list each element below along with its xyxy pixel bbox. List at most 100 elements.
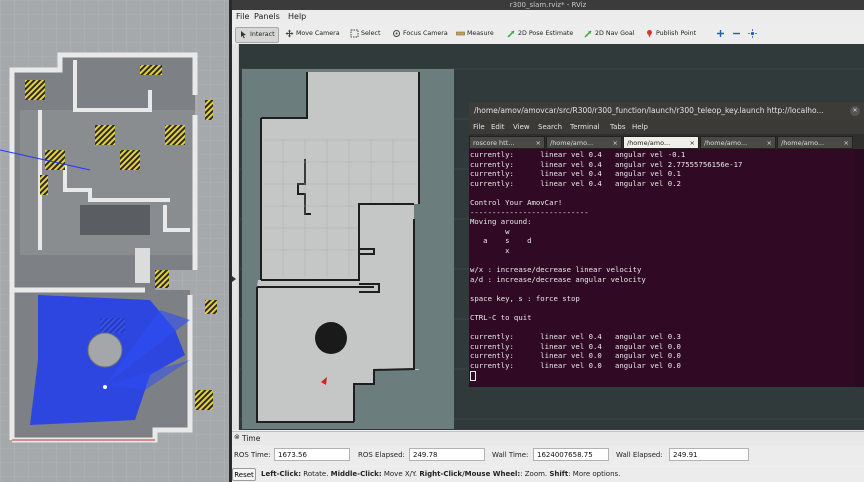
terminal-menu-file[interactable]: File (473, 123, 485, 131)
terminal-line: currently: linear vel 0.0 angular vel 0.… (470, 361, 681, 371)
publish-point-icon (647, 29, 652, 37)
measure-icon (456, 31, 465, 35)
plus-icon (717, 29, 724, 37)
hint-move: Move X/Y. (381, 470, 420, 478)
ros-elapsed-field[interactable]: 249.78 (409, 448, 485, 461)
terminal-menu-terminal[interactable]: Terminal (570, 123, 600, 131)
terminal-tab-label: /home/amo... (781, 139, 825, 147)
wall-time-field[interactable]: 1624007658.75 (533, 448, 609, 461)
terminal-menu-help[interactable]: Help (632, 123, 648, 131)
ros-time-field[interactable]: 1673.56 (274, 448, 350, 461)
nav-goal-icon (584, 29, 592, 38)
terminal-tab[interactable]: /home/amo... × (700, 136, 776, 149)
terminal-line: Moving around: (470, 217, 532, 227)
terminal-menu-view[interactable]: View (513, 123, 530, 131)
focus-camera-icon (393, 29, 400, 37)
move-camera-icon (285, 29, 294, 37)
close-icon[interactable]: ✕ (850, 106, 860, 116)
menu-file[interactable]: File (236, 12, 249, 21)
hint-rotate: Rotate. (301, 470, 331, 478)
terminal-line: currently: linear vel 0.4 angular vel 0.… (470, 332, 681, 342)
terminal-line: currently: linear vel 0.4 angular vel 2.… (470, 159, 743, 169)
terminal-tab[interactable]: roscore htt... × (469, 136, 545, 149)
collapse-arrow-icon[interactable] (232, 276, 236, 282)
terminal-window[interactable]: /home/amov/amovcar/src/R300/r300_functio… (469, 102, 864, 387)
terminal-line: space key, s : force stop (470, 293, 580, 303)
remove-tool-button[interactable] (732, 27, 743, 41)
close-icon[interactable]: × (767, 137, 772, 148)
hint-shift: Shift (549, 470, 569, 478)
time-panel: ROS Time: 1673.56 ROS Elapsed: 249.78 Wa… (232, 445, 864, 466)
hint-left-click: Left-Click: (261, 470, 302, 478)
terminal-title: /home/amov/amovcar/src/R300/r300_functio… (469, 102, 864, 120)
terminal-line: currently: linear vel 0.4 angular vel 0.… (470, 178, 681, 188)
pose-estimate-icon (507, 29, 515, 38)
camera-target-button[interactable] (748, 27, 759, 41)
terminal-menu-edit[interactable]: Edit (491, 123, 505, 131)
status-bar: Reset Left-Click: Rotate. Middle-Click: … (232, 467, 864, 482)
terminal-line: currently: linear vel 0.4 angular vel -0… (470, 150, 686, 159)
measure-tool-label: Measure (467, 30, 494, 37)
terminal-menu-tabs[interactable]: Tabs (610, 123, 626, 131)
terminal-line: Control Your AmovCar! (470, 197, 563, 207)
hint-right-click: Right-Click/Mouse Wheel: (419, 470, 521, 478)
toolbar: Interact Move Camera Select Focus Camera… (232, 24, 864, 45)
time-panel-title: Time (242, 434, 261, 443)
minus-icon (733, 32, 740, 34)
pose-estimate-tool-button[interactable]: 2D Pose Estimate (507, 27, 573, 41)
wall-elapsed-field[interactable]: 249.91 (669, 448, 749, 461)
camera-target-icon (748, 28, 757, 38)
terminal-tab[interactable]: /home/amo... × (777, 136, 853, 149)
time-panel-header: ⊗ Time (232, 431, 864, 445)
close-icon[interactable]: × (613, 137, 618, 148)
menu-panels[interactable]: Panels (254, 12, 280, 21)
interact-icon (241, 30, 246, 38)
terminal-line: currently: linear vel 0.0 angular vel 0.… (470, 351, 681, 361)
hint-zoom: : Zoom. (520, 470, 550, 478)
terminal-line: w/x : increase/decrease linear velocity (470, 265, 642, 275)
focus-camera-tool-label: Focus Camera (403, 30, 448, 37)
move-camera-tool-button[interactable]: Move Camera (285, 27, 340, 41)
hint-more: : More options. (568, 470, 621, 478)
close-icon[interactable]: × (844, 137, 849, 148)
terminal-tab-label: roscore htt... (473, 139, 515, 147)
terminal-scrollbar[interactable] (855, 150, 864, 387)
close-icon[interactable]: × (536, 137, 541, 148)
reset-button[interactable]: Reset (232, 468, 256, 481)
nav-goal-tool-button[interactable]: 2D Nav Goal (584, 27, 635, 41)
move-camera-tool-label: Move Camera (296, 30, 340, 37)
select-tool-label: Select (361, 30, 381, 37)
terminal-menu-bar: File Edit View Search Terminal Tabs Help (469, 120, 864, 134)
select-tool-button[interactable]: Select (350, 27, 380, 41)
ros-time-label: ROS Time: (234, 451, 271, 459)
focus-camera-tool-button[interactable]: Focus Camera (392, 27, 448, 41)
terminal-tab[interactable]: /home/amo... × (546, 136, 622, 149)
close-icon[interactable]: ⊗ (234, 433, 240, 441)
gazebo-scene (0, 0, 229, 482)
terminal-output[interactable]: currently: linear vel 0.4 angular vel -0… (469, 150, 855, 387)
terminal-line: a s d (470, 236, 532, 246)
window-title: r300_slam.rviz* - RViz (232, 0, 864, 10)
terminal-tab-label: /home/amo... (704, 139, 748, 147)
publish-point-tool-label: Publish Point (656, 30, 697, 37)
menu-help[interactable]: Help (288, 12, 306, 21)
ros-elapsed-label: ROS Elapsed: (358, 451, 405, 459)
terminal-tab-active[interactable]: /home/amo... × (623, 136, 699, 149)
terminal-menu-search[interactable]: Search (538, 123, 562, 131)
panel-splitter[interactable] (232, 44, 239, 430)
pose-estimate-tool-label: 2D Pose Estimate (518, 30, 574, 37)
measure-tool-button[interactable]: Measure (456, 27, 494, 41)
gazebo-viewport[interactable] (0, 0, 229, 482)
add-tool-button[interactable] (716, 27, 727, 41)
close-icon[interactable]: × (690, 137, 695, 148)
hint-middle-click: Middle-Click: (330, 470, 382, 478)
interact-tool-label: Interact (250, 31, 275, 38)
publish-point-tool-button[interactable]: Publish Point (645, 27, 696, 41)
terminal-tab-bar: roscore htt... × /home/amo... × /home/amo.… (469, 134, 864, 149)
wall-elapsed-label: Wall Elapsed: (616, 451, 663, 459)
terminal-line: CTRL-C to quit (470, 313, 532, 323)
interact-tool-button[interactable]: Interact (235, 27, 279, 43)
